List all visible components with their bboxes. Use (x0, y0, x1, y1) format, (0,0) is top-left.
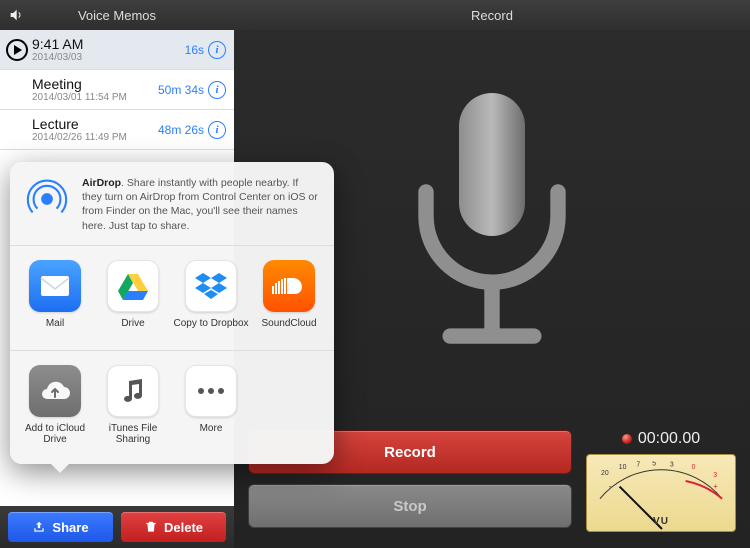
app-label: Drive (121, 318, 144, 340)
app-label: Mail (46, 318, 64, 340)
play-icon[interactable] (6, 39, 28, 61)
app-label: Copy to Dropbox (173, 318, 248, 340)
memo-duration: 50m 34s (158, 83, 204, 97)
info-icon[interactable]: i (208, 41, 226, 59)
delete-button-label: Delete (164, 520, 203, 535)
share-activities-row: Add to iCloud Drive iTunes File Sharing … (10, 351, 334, 456)
right-navbar: Record (234, 0, 750, 30)
svg-text:3: 3 (713, 472, 717, 479)
right-title: Record (471, 8, 513, 23)
vu-label: VU (587, 516, 735, 527)
share-button-label: Share (52, 520, 88, 535)
more-icon (185, 365, 237, 417)
mail-icon (29, 260, 81, 312)
airdrop-icon (24, 176, 70, 233)
activity-more[interactable]: More (172, 365, 250, 446)
svg-text:5: 5 (652, 461, 656, 467)
vu-scale: 20 10 7 5 3 0 3 - + (595, 461, 727, 503)
svg-text:0: 0 (692, 464, 696, 471)
memo-title: Lecture (32, 116, 158, 132)
svg-text:7: 7 (636, 461, 640, 468)
memo-duration: 16s (185, 43, 204, 57)
svg-text:+: + (713, 482, 718, 491)
left-navbar: Voice Memos (0, 0, 234, 30)
memo-texts: Lecture 2014/02/26 11:49 PM (32, 116, 158, 143)
memo-subtitle: 2014/03/01 11:54 PM (32, 92, 158, 103)
activity-itunes-file-sharing[interactable]: iTunes File Sharing (94, 365, 172, 446)
memo-title: 9:41 AM (32, 36, 185, 52)
share-app-mail[interactable]: Mail (16, 260, 94, 340)
svg-text:10: 10 (619, 464, 627, 471)
stop-button[interactable]: Stop (248, 484, 572, 528)
memo-item[interactable]: Lecture 2014/02/26 11:49 PM 48m 26s i (0, 110, 234, 150)
memo-title: Meeting (32, 76, 158, 92)
activity-label: More (200, 423, 223, 445)
share-app-soundcloud[interactable]: SoundCloud (250, 260, 328, 340)
info-icon[interactable]: i (208, 81, 226, 99)
activity-label: iTunes File Sharing (94, 423, 172, 446)
share-apps-row: Mail Drive Copy to Dropbox SoundCloud (10, 246, 334, 351)
share-app-dropbox[interactable]: Copy to Dropbox (172, 260, 250, 340)
airdrop-row[interactable]: AirDrop. Share instantly with people nea… (10, 162, 334, 246)
memo-item[interactable]: Meeting 2014/03/01 11:54 PM 50m 34s i (0, 70, 234, 110)
icloud-upload-icon (29, 365, 81, 417)
share-button[interactable]: Share (8, 512, 113, 542)
bottom-toolbar: Share Delete (0, 506, 234, 548)
memo-item[interactable]: 9:41 AM 2014/03/03 16s i (0, 30, 234, 70)
svg-text:-: - (609, 482, 612, 491)
share-sheet: AirDrop. Share instantly with people nea… (10, 162, 334, 464)
dropbox-icon (185, 260, 237, 312)
memo-subtitle: 2014/02/26 11:49 PM (32, 132, 158, 143)
share-app-drive[interactable]: Drive (94, 260, 172, 340)
left-title: Voice Memos (78, 8, 156, 23)
recording-indicator-icon (622, 434, 632, 444)
memo-duration: 48m 26s (158, 123, 204, 137)
info-icon[interactable]: i (208, 121, 226, 139)
timer-text: 00:00.00 (638, 430, 700, 448)
soundcloud-icon (263, 260, 315, 312)
svg-text:20: 20 (601, 470, 609, 477)
vu-meter: 20 10 7 5 3 0 3 - + VU (586, 454, 736, 532)
activity-label: Add to iCloud Drive (16, 423, 94, 446)
meter-column: 00:00.00 20 10 7 5 3 0 3 - (586, 430, 736, 534)
svg-text:3: 3 (670, 461, 674, 468)
timer: 00:00.00 (622, 430, 700, 448)
airdrop-text: AirDrop. Share instantly with people nea… (82, 176, 320, 233)
music-note-icon (107, 365, 159, 417)
activity-icloud-drive[interactable]: Add to iCloud Drive (16, 365, 94, 446)
memo-texts: 9:41 AM 2014/03/03 (32, 36, 185, 63)
memo-texts: Meeting 2014/03/01 11:54 PM (32, 76, 158, 103)
drive-icon (107, 260, 159, 312)
delete-button[interactable]: Delete (121, 512, 226, 542)
speaker-icon[interactable] (8, 7, 24, 26)
memo-subtitle: 2014/03/03 (32, 52, 185, 63)
app-label: SoundCloud (261, 318, 316, 340)
